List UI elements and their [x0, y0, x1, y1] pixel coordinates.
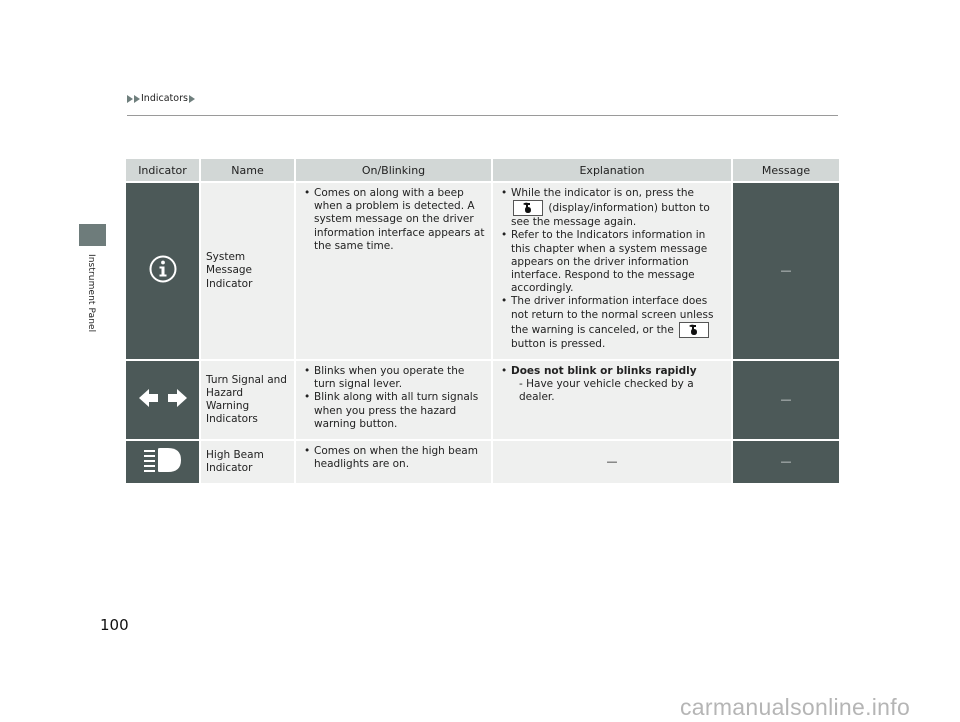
page-number: 100	[100, 616, 129, 634]
message-value: —	[780, 392, 792, 406]
name-cell: Turn Signal and Hazard Warning Indicator…	[201, 361, 294, 439]
high-beam-icon	[142, 447, 184, 476]
message-cell: —	[733, 441, 839, 483]
turn-signal-arrows-icon	[138, 388, 188, 412]
explanation-item: The driver information interface does no…	[499, 295, 725, 351]
explanation-value: —	[606, 454, 618, 468]
on-blinking-item: Comes on along with a beep when a proble…	[302, 187, 485, 253]
explanation-cell: —	[493, 441, 731, 483]
table-row: High Beam Indicator Comes on when the hi…	[126, 441, 839, 483]
display-info-button-icon	[513, 200, 543, 217]
display-info-button-icon	[679, 321, 710, 338]
info-circle-icon	[148, 255, 178, 287]
table-row: System Message Indicator Comes on along …	[126, 183, 839, 359]
indicator-cell	[126, 441, 199, 483]
message-cell: —	[733, 361, 839, 439]
name-cell: High Beam Indicator	[201, 441, 294, 483]
message-cell: —	[733, 183, 839, 359]
explanation-text: button is pressed.	[511, 337, 606, 350]
header-divider	[127, 115, 838, 116]
indicator-cell	[126, 183, 199, 359]
column-header-indicator: Indicator	[126, 159, 199, 181]
breadcrumb: Indicators	[127, 93, 196, 104]
explanation-item: Does not blink or blinks rapidly - Have …	[499, 365, 725, 405]
on-blinking-cell: Comes on along with a beep when a proble…	[296, 183, 491, 359]
on-blinking-cell: Blinks when you operate the turn signal …	[296, 361, 491, 439]
table-header-row: Indicator Name On/Blinking Explanation M…	[126, 159, 839, 181]
column-header-explanation: Explanation	[493, 159, 731, 181]
watermark: carmanualsonline.info	[680, 694, 911, 720]
indicator-cell	[126, 361, 199, 439]
table-row: Turn Signal and Hazard Warning Indicator…	[126, 361, 839, 439]
explanation-subtext: - Have your vehicle checked by a dealer.	[519, 378, 694, 404]
section-tab-marker	[79, 224, 106, 246]
explanation-item: While the indicator is on, press the (di…	[499, 187, 725, 229]
message-value: —	[780, 454, 792, 468]
name-cell: System Message Indicator	[201, 183, 294, 359]
column-header-on-blinking: On/Blinking	[296, 159, 491, 181]
on-blinking-item: Blinks when you operate the turn signal …	[302, 365, 485, 391]
indicator-table: Indicator Name On/Blinking Explanation M…	[124, 157, 841, 485]
column-header-message: Message	[733, 159, 839, 181]
on-blinking-cell: Comes on when the high beam headlights a…	[296, 441, 491, 483]
breadcrumb-arrow-icon	[134, 94, 140, 103]
on-blinking-item: Comes on when the high beam headlights a…	[302, 445, 485, 471]
explanation-item: Refer to the Indicators information in t…	[499, 229, 725, 295]
breadcrumb-arrow-icon	[188, 94, 195, 103]
section-tab-label: Instrument Panel	[86, 254, 96, 333]
explanation-cell: Does not blink or blinks rapidly - Have …	[493, 361, 731, 439]
column-header-name: Name	[201, 159, 294, 181]
message-value: —	[780, 263, 792, 277]
breadcrumb-label[interactable]: Indicators	[141, 93, 188, 104]
breadcrumb-arrow-icon	[127, 94, 133, 103]
explanation-warning: Does not blink or blinks rapidly	[511, 365, 697, 377]
explanation-cell: While the indicator is on, press the (di…	[493, 183, 731, 359]
on-blinking-item: Blink along with all turn signals when y…	[302, 391, 485, 431]
explanation-text: While the indicator is on, press the	[511, 187, 694, 199]
